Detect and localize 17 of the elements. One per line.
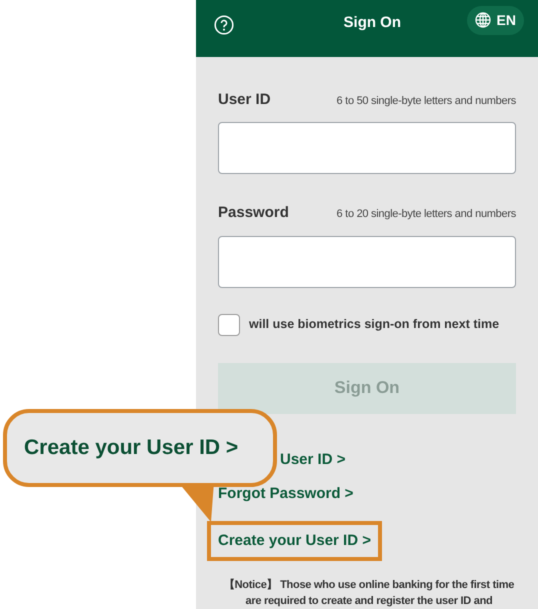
language-button[interactable]: EN xyxy=(466,6,524,34)
link[interactable]: User ID > xyxy=(280,444,346,476)
screen-title: Sign On xyxy=(344,13,402,33)
field-label: Password xyxy=(218,203,289,223)
link[interactable]: Create your User ID > xyxy=(207,520,382,561)
help-icon[interactable] xyxy=(214,14,234,34)
input-field[interactable] xyxy=(218,236,516,288)
field-label: User ID xyxy=(218,90,271,110)
input-field[interactable] xyxy=(218,122,516,174)
globe-icon xyxy=(474,12,491,28)
field-hint: 6 to 50 single-byte letters and numbers xyxy=(336,94,516,108)
biometrics-checkbox[interactable] xyxy=(218,314,240,336)
callout-text: Create your User ID > xyxy=(24,435,238,462)
field-hint: 6 to 20 single-byte letters and numbers xyxy=(336,207,516,222)
notice-text: 【Notice】 Those who use online banking for the first time are required to create and register the user ID and xyxy=(222,578,516,609)
link[interactable]: Forgot Password > xyxy=(218,478,354,510)
biometrics-label: will use biometrics sign-on from next time xyxy=(249,316,500,334)
